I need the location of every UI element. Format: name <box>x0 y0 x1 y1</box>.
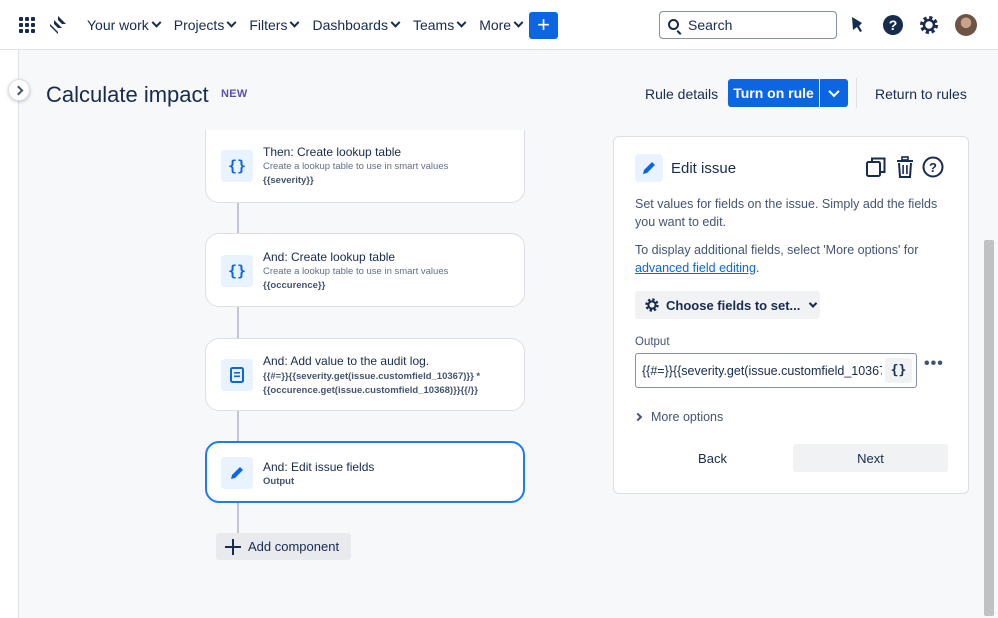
rule-component-card-selected[interactable]: And: Edit issue fields Output <box>205 441 525 503</box>
nav-label: Filters <box>249 17 288 33</box>
card-title: And: Create lookup table <box>263 250 396 264</box>
app-switcher-icon[interactable] <box>19 17 35 33</box>
svg-text:?: ? <box>929 160 937 175</box>
chevron-down-icon <box>226 17 237 28</box>
page-scrollbar[interactable] <box>984 240 994 616</box>
card-title: Then: Create lookup table <box>263 145 402 159</box>
link-suffix: . <box>755 261 760 275</box>
nav-label: Projects <box>173 17 225 33</box>
next-button[interactable]: Next <box>793 444 948 472</box>
nav-your-work[interactable]: Your work <box>80 9 167 41</box>
turn-on-rule-split-button: Turn on rule <box>728 79 848 107</box>
back-button[interactable]: Back <box>635 444 790 472</box>
flow-connector <box>237 307 239 338</box>
advanced-text: To display additional fields, select 'Mo… <box>635 243 919 257</box>
nav-more[interactable]: More <box>472 9 529 41</box>
search-icon <box>668 19 679 30</box>
jira-logo-icon[interactable] <box>48 15 68 35</box>
help-icon[interactable]: ? <box>882 14 904 36</box>
flow-connector <box>237 503 239 534</box>
card-subtitle: Create a lookup table to use in smart va… <box>263 161 449 172</box>
duplicate-icon[interactable] <box>865 156 887 178</box>
more-actions-icon[interactable]: ••• <box>924 356 946 375</box>
chevron-down-icon <box>456 17 467 28</box>
pencil-icon <box>221 457 253 489</box>
notifications-icon[interactable] <box>846 14 868 36</box>
plus-icon <box>225 538 241 555</box>
expand-sidebar-button[interactable] <box>8 79 30 101</box>
svg-text:?: ? <box>889 17 898 33</box>
delete-trash-icon[interactable] <box>894 156 916 178</box>
rule-details-button[interactable]: Rule details <box>645 86 718 102</box>
card-title: And: Edit issue fields <box>263 460 375 474</box>
panel-description: Set values for fields on the issue. Simp… <box>635 197 938 229</box>
turn-on-rule-dropdown[interactable] <box>820 79 848 107</box>
collapsed-sidebar <box>0 50 19 618</box>
curly-braces-icon: {} <box>221 255 253 287</box>
smart-value-button[interactable]: {} <box>885 358 912 383</box>
pencil-icon <box>635 154 663 182</box>
card-value: {{#=}}{{severity.get(issue.customfield_1… <box>263 371 481 382</box>
panel-title: Edit issue <box>671 160 737 177</box>
user-avatar[interactable] <box>955 14 977 36</box>
nav-projects[interactable]: Projects <box>167 9 243 41</box>
nav-label: More <box>479 17 512 33</box>
add-component-button[interactable]: Add component <box>216 533 351 560</box>
flow-connector <box>237 411 239 441</box>
new-badge: NEW <box>221 88 248 100</box>
curly-braces-icon: {} <box>221 150 253 182</box>
more-options-label: More options <box>651 410 724 424</box>
card-title: And: Add value to the audit log. <box>263 354 430 368</box>
card-value: {{occurence}} <box>263 280 326 291</box>
chevron-down-icon <box>151 17 162 28</box>
chevron-down-icon <box>809 299 818 308</box>
rule-component-card[interactable]: {} And: Create lookup table Create a loo… <box>205 233 525 307</box>
chevron-down-icon <box>290 17 300 28</box>
choose-fields-button[interactable]: Choose fields to set... <box>635 291 820 319</box>
card-value: Output <box>263 476 295 487</box>
output-value: {{#=}}{{severity.get(issue.customfield_1… <box>642 363 882 378</box>
output-input[interactable]: {{#=}}{{severity.get(issue.customfield_1… <box>635 353 917 388</box>
chevron-down-icon <box>390 17 401 28</box>
return-to-rules-button[interactable]: Return to rules <box>875 86 967 102</box>
choose-fields-label: Choose fields to set... <box>666 297 801 313</box>
nav-label: Teams <box>412 17 455 33</box>
gear-icon <box>645 298 659 312</box>
page-title: Calculate impact <box>46 82 209 107</box>
card-value-continued: {{occurence.get(issue.customfield_10368)… <box>263 385 478 396</box>
settings-gear-icon[interactable] <box>918 14 940 36</box>
audit-log-icon <box>221 359 253 391</box>
chevron-right-icon <box>633 412 643 422</box>
nav-dashboards[interactable]: Dashboards <box>305 9 406 41</box>
header-divider <box>856 78 857 108</box>
rule-component-card[interactable]: {} Then: Create lookup table Create a lo… <box>205 130 525 203</box>
search-placeholder: Search <box>688 17 733 33</box>
search-input[interactable]: Search <box>659 11 837 39</box>
nav-label: Dashboards <box>312 17 388 33</box>
nav-label: Your work <box>87 17 149 33</box>
nav-teams[interactable]: Teams <box>406 9 472 41</box>
more-options-toggle[interactable]: More options <box>633 410 724 424</box>
rule-component-card[interactable]: And: Add value to the audit log. {{#=}}{… <box>205 338 525 411</box>
nav-filters[interactable]: Filters <box>242 9 305 41</box>
chevron-down-icon <box>513 17 524 28</box>
create-button[interactable]: + <box>529 12 558 39</box>
help-icon[interactable]: ? <box>922 156 944 178</box>
output-label: Output <box>635 336 670 348</box>
edit-issue-panel: Edit issue ? Set values for fields on th… <box>613 136 969 494</box>
turn-on-rule-button[interactable]: Turn on rule <box>728 79 819 107</box>
card-value: {{severity}} <box>263 175 314 186</box>
advanced-field-editing-link[interactable]: advanced field editing <box>635 261 756 275</box>
card-subtitle: Create a lookup table to use in smart va… <box>263 266 449 277</box>
flow-connector <box>237 203 239 233</box>
top-navigation: Your work Projects Filters Dashboards Te… <box>0 0 998 50</box>
add-component-label: Add component <box>248 539 340 554</box>
panel-description-advanced: To display additional fields, select 'Mo… <box>635 241 945 277</box>
